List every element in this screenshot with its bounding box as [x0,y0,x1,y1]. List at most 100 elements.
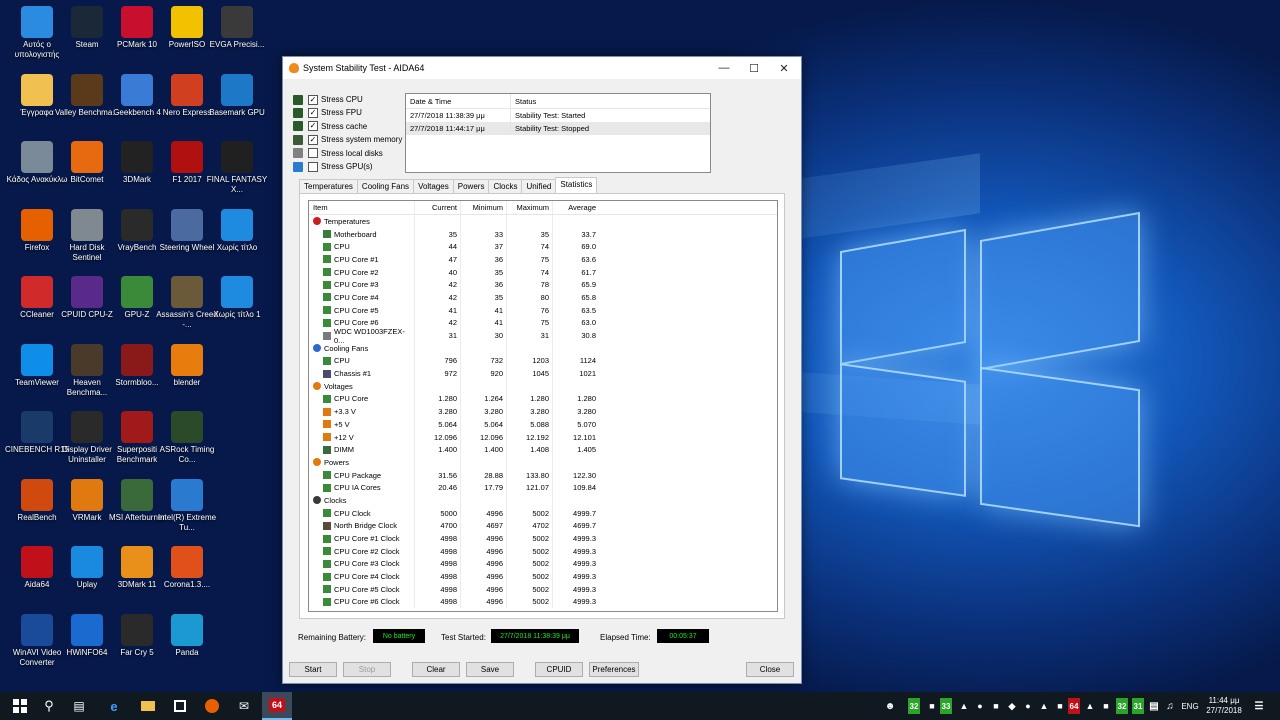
taskbar-firefox[interactable] [198,692,226,720]
tray-app-icon[interactable]: ◆ [1006,698,1018,714]
table-row[interactable]: CPU Core 1.280 1.264 1.280 1.280 [309,392,777,406]
network-icon[interactable]: ▤ [1148,698,1160,714]
table-row[interactable]: Motherboard 35 33 35 33.7 [309,227,777,241]
desktop-shortcut[interactable]: Panda [154,610,220,674]
col-item-header[interactable]: Item [309,201,415,214]
tab-temperatures[interactable]: Temperatures [299,179,358,194]
table-row[interactable]: CPU Core #3 Clock 4998 4996 5002 4999.3 [309,557,777,571]
log-row[interactable]: 27/7/2018 11:38:39 μμ Stability Test: St… [406,109,710,122]
notifications-icon[interactable]: ☰ [1252,698,1266,714]
clock[interactable]: 11:44 μμ 27/7/2018 [1204,696,1244,716]
desktop-shortcut[interactable]: Intel(R) Extreme Tu... [154,475,220,539]
desktop-shortcut[interactable]: Χωρίς τίτλο 1 [204,272,270,336]
col-maximum-header[interactable]: Maximum [507,201,553,214]
tray-temp-4[interactable]: 31 [1132,698,1144,714]
stress-option[interactable]: Stress local disks [293,147,383,160]
stress-checkbox[interactable] [308,161,318,172]
table-group-row[interactable]: Cooling Fans [309,341,777,355]
table-row[interactable]: CPU Core #2 40 35 74 61.7 [309,265,777,279]
table-row[interactable]: CPU Clock 5000 4996 5002 4999.7 [309,506,777,520]
taskbar-store[interactable] [166,692,194,720]
minimize-button[interactable]: — [709,57,739,79]
taskbar-mail[interactable]: ✉ [230,692,258,720]
language-indicator[interactable]: ENG [1180,698,1200,714]
tray-app-icon[interactable]: ■ [1054,698,1066,714]
tray-temp-3[interactable]: 32 [1116,698,1128,714]
stress-option[interactable]: Stress GPU(s) [293,160,373,173]
desktop-shortcut[interactable]: FINAL FANTASY X... [204,137,270,201]
col-minimum-header[interactable]: Minimum [461,201,507,214]
desktop-shortcut[interactable]: Corona1.3.... [154,542,220,606]
start-button[interactable]: Start [289,662,337,677]
table-row[interactable]: WDC WD1003FZEX-0... 31 30 31 30.8 [309,327,777,345]
tray-app-icon[interactable]: ▲ [1038,698,1050,714]
desktop-shortcut[interactable]: blender [154,340,220,404]
table-row[interactable]: CPU Core #2 Clock 4998 4996 5002 4999.3 [309,544,777,558]
taskbar-aida64[interactable]: 64 [262,692,292,720]
tab-powers[interactable]: Powers [452,179,490,194]
table-row[interactable]: CPU Core #5 Clock 4998 4996 5002 4999.3 [309,582,777,596]
clear-button[interactable]: Clear [412,662,460,677]
task-view-button[interactable]: ▤ [66,692,92,720]
tab-unified[interactable]: Unified [521,179,557,194]
tab-statistics[interactable]: Statistics [555,177,598,194]
table-row[interactable]: CPU Core #4 42 35 80 65.8 [309,291,777,304]
start-menu-button[interactable] [6,692,34,720]
table-row[interactable]: DIMM 1.400 1.400 1.408 1.405 [309,443,777,457]
stress-option[interactable]: ✓ Stress cache [293,120,367,133]
tray-aida64-icon[interactable]: 64 [1068,698,1080,714]
table-row[interactable]: CPU 796 732 1203 1124 [309,354,777,368]
taskbar-explorer[interactable] [134,692,162,720]
stop-button[interactable]: Stop [343,662,391,677]
desktop-shortcut[interactable]: Basemark GPU [204,70,270,134]
stress-checkbox[interactable]: ✓ [308,107,318,118]
table-row[interactable]: +5 V 5.064 5.064 5.088 5.070 [309,418,777,431]
stress-option[interactable]: ✓ Stress FPU [293,106,362,119]
tray-app-icon[interactable]: ▲ [958,698,970,714]
table-row[interactable]: Chassis #1 972 920 1045 1021 [309,367,777,380]
people-icon[interactable]: ☻ [884,698,896,714]
table-row[interactable]: CPU Core #4 Clock 4998 4996 5002 4999.3 [309,570,777,583]
tray-temp-2[interactable]: 33 [940,698,952,714]
title-bar[interactable]: System Stability Test - AIDA64 — ☐ ✕ [283,57,801,79]
stress-checkbox[interactable]: ✓ [308,121,318,132]
table-row[interactable]: +12 V 12.096 12.096 12.192 12.101 [309,430,777,444]
col-average-header[interactable]: Average [553,201,599,214]
stress-checkbox[interactable] [308,148,318,159]
table-row[interactable]: CPU Core #1 47 36 75 63.6 [309,253,777,266]
table-row[interactable]: CPU Core #1 Clock 4998 4996 5002 4999.3 [309,532,777,545]
volume-icon[interactable]: ♫ [1164,698,1176,714]
stress-checkbox[interactable]: ✓ [308,134,318,145]
tray-app-icon[interactable]: ■ [990,698,1002,714]
table-group-row[interactable]: Voltages [309,379,777,393]
save-button[interactable]: Save [466,662,514,677]
table-row[interactable]: CPU Core #6 Clock 4998 4996 5002 4999.3 [309,595,777,609]
tray-app-icon[interactable]: ▲ [1084,698,1096,714]
table-row[interactable]: CPU Core #5 41 41 76 63.5 [309,303,777,317]
preferences-button[interactable]: Preferences [589,662,639,677]
col-current-header[interactable]: Current [415,201,461,214]
desktop-shortcut[interactable]: ASRock Timing Co... [154,407,220,471]
search-button[interactable]: ⚲ [36,692,62,720]
tab-clocks[interactable]: Clocks [488,179,523,194]
cpuid-button[interactable]: CPUID [535,662,583,677]
tray-app-icon[interactable]: ■ [1100,698,1112,714]
taskbar-edge[interactable]: e [100,692,128,720]
close-button[interactable]: Close [746,662,794,677]
log-row[interactable]: 27/7/2018 11:44:17 μμ Stability Test: St… [406,122,710,135]
table-group-row[interactable]: Clocks [309,494,777,507]
table-group-row[interactable]: Powers [309,456,777,469]
tray-app-icon[interactable]: ● [974,698,986,714]
table-row[interactable]: CPU IA Cores 20.46 17.79 121.07 109.84 [309,481,777,495]
stress-option[interactable]: ✓ Stress CPU [293,93,363,106]
table-row[interactable]: CPU Package 31.56 28.88 133.80 122.30 [309,468,777,482]
stress-option[interactable]: ✓ Stress system memory [293,133,402,146]
table-group-row[interactable]: Temperatures [309,215,777,228]
desktop-shortcut[interactable]: Χωρίς τίτλο [204,205,270,269]
maximize-button[interactable]: ☐ [739,57,769,79]
stress-checkbox[interactable]: ✓ [308,94,318,105]
table-row[interactable]: +3.3 V 3.280 3.280 3.280 3.280 [309,405,777,418]
desktop-shortcut[interactable]: EVGA Precisi... [204,2,270,66]
table-row[interactable]: CPU 44 37 74 69.0 [309,240,777,254]
tray-temp-1[interactable]: 32 [908,698,920,714]
